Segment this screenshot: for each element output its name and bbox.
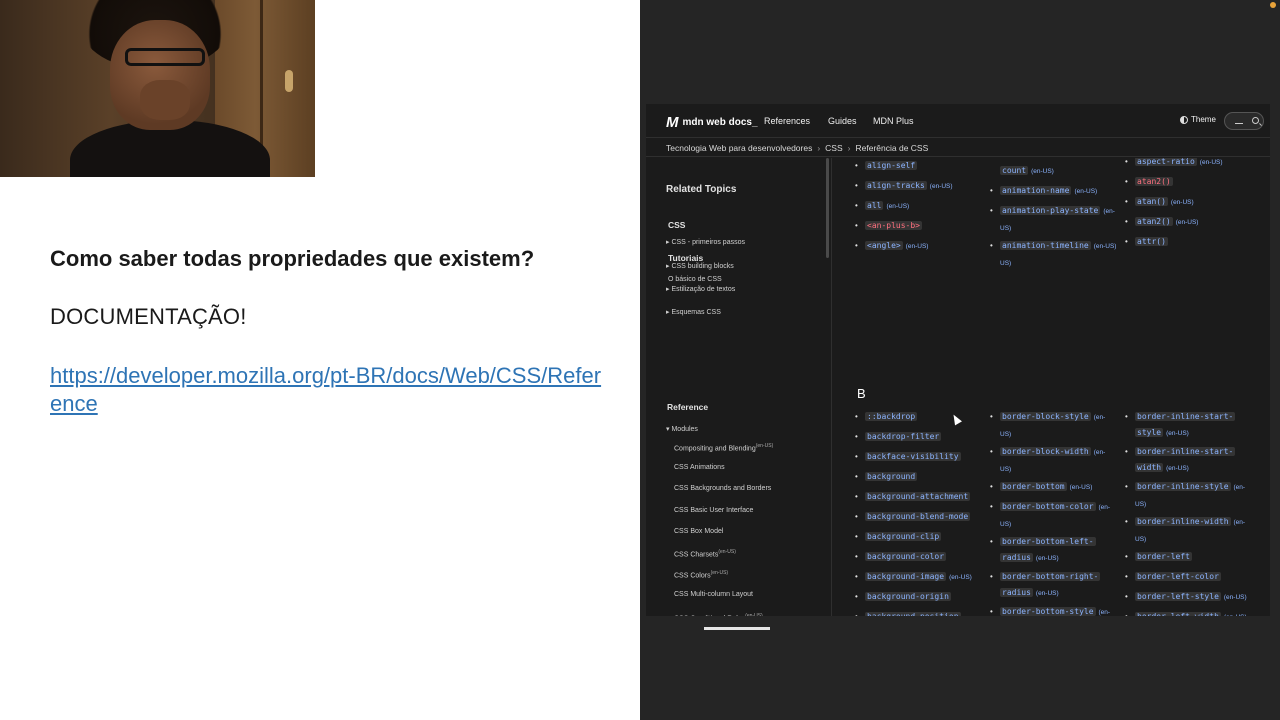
theme-label: Theme	[1191, 115, 1216, 124]
css-property-link[interactable]: • <angle> (en-US)	[855, 238, 928, 255]
sidebar-module-item[interactable]: CSS Charsets(en-US)	[674, 549, 736, 558]
sidebar-tutorial-item[interactable]: ▸ CSS building blocks	[666, 262, 734, 270]
slide-reference-link[interactable]: https://developer.mozilla.org/pt-BR/docs…	[50, 362, 610, 418]
css-property-link[interactable]: • all (en-US)	[855, 198, 909, 215]
reference-content: • align-self • align-tracks (en-US) • all (en-U…	[832, 158, 1270, 616]
sidebar: Related Topics CSS Tutoriais O básico de…	[646, 158, 824, 616]
css-property-link[interactable]: •border-left-width(en-US)	[1125, 609, 1247, 616]
sidebar-related-topics: Related Topics	[666, 184, 737, 195]
css-property-link[interactable]: • border-bottom-right-radius (en-US)	[990, 569, 1101, 601]
sidebar-module-item[interactable]: Compositing and Blending(en-US)	[674, 443, 773, 452]
slide-title: Como saber todas propriedades que existe…	[50, 246, 535, 271]
sidebar-tutorial-item[interactable]: ▸ CSS - primeiros passos	[666, 238, 745, 246]
css-property-link[interactable]: count (en-US)	[1000, 163, 1054, 180]
sidebar-module-item[interactable]: CSS Backgrounds and Borders	[674, 485, 771, 492]
presentation-slide: Como saber todas propriedades que existe…	[0, 0, 640, 720]
css-property-link[interactable]: •border-bottom-style(en-US)	[990, 604, 1110, 616]
css-property-link[interactable]: • border-bottom-left-radius (en-US)	[990, 534, 1096, 566]
css-property-link[interactable]: • align-self	[855, 158, 918, 174]
sidebar-module-item[interactable]: CSS Animations	[674, 464, 725, 471]
chevron-right-icon: ›	[847, 142, 851, 153]
mdn-logo-text: mdn web docs_	[682, 117, 758, 128]
mdn-logo[interactable]: M mdn web docs_	[666, 114, 758, 131]
breadcrumb: Tecnologia Web para desenvolvedores › CS…	[646, 139, 1270, 157]
css-property-link[interactable]: • background	[855, 469, 918, 485]
sidebar-scrollbar[interactable]	[826, 158, 829, 258]
breadcrumb-item[interactable]: Referência de CSS	[856, 143, 929, 153]
sidebar-module-item[interactable]: CSS Colors(en-US)	[674, 570, 728, 579]
css-property-link[interactable]: • atan2() (en-US)	[1125, 214, 1198, 231]
breadcrumb-item[interactable]: Tecnologia Web para desenvolvedores	[666, 143, 812, 153]
css-property-link[interactable]: • background-origin	[855, 589, 951, 605]
sidebar-item-css[interactable]: CSS	[668, 220, 685, 230]
chevron-right-icon: ›	[817, 142, 821, 153]
css-property-link[interactable]: •background-position	[855, 609, 961, 616]
css-property-link[interactable]: • background-image (en-US)	[855, 569, 972, 586]
css-property-link[interactable]: • border-inline-start-style (en-US)	[1125, 409, 1236, 441]
css-property-link[interactable]: • align-tracks (en-US)	[855, 178, 953, 195]
theme-icon	[1180, 115, 1188, 124]
css-property-link[interactable]: • animation-play-state (en- US)	[990, 203, 1115, 236]
breadcrumb-item[interactable]: CSS	[825, 143, 842, 153]
sidebar-item-modules[interactable]: ▾ Modules	[666, 425, 698, 433]
sidebar-module-item[interactable]: CSS Multi-column Layout	[674, 591, 753, 598]
css-property-link[interactable]: • border-block-style (en- US)	[990, 409, 1105, 442]
sidebar-module-item[interactable]: CSS Basic User Interface	[674, 507, 753, 514]
css-property-link[interactable]: • border-bottom-color (en- US)	[990, 499, 1110, 532]
recording-indicator-icon	[1270, 2, 1276, 8]
sidebar-tutorial-item[interactable]: ▸ Esquemas CSS	[666, 308, 721, 316]
sidebar-item-basico[interactable]: O básico de CSS	[668, 276, 722, 283]
sidebar-module-item[interactable]: CSS Conditional Rules(en-US)	[674, 613, 763, 616]
screen-share-progress	[704, 627, 770, 630]
css-property-link[interactable]: • animation-timeline (en-US) US)	[990, 238, 1116, 271]
css-property-link[interactable]: • attr()	[1125, 234, 1168, 250]
screen-share-area: M mdn web docs_ References Guides MDN Pl…	[640, 0, 1280, 720]
css-property-link[interactable]: • backface-visibility	[855, 449, 961, 465]
css-property-link[interactable]: • animation-name (en-US)	[990, 183, 1097, 200]
css-property-link[interactable]: • border-left-color	[1125, 569, 1221, 585]
css-property-link[interactable]: • background-blend-mode	[855, 509, 971, 525]
section-heading-b: B	[857, 386, 866, 401]
css-property-link[interactable]: • background-clip	[855, 529, 942, 545]
screen: Como saber todas propriedades que existe…	[0, 0, 1280, 720]
css-property-link[interactable]: • border-left	[1125, 549, 1192, 565]
css-property-link[interactable]: • border-bottom (en-US)	[990, 479, 1092, 496]
css-property-link[interactable]: • background-attachment	[855, 489, 971, 505]
css-property-link[interactable]: • <an-plus-b>	[855, 218, 922, 234]
sidebar-tutorial-item[interactable]: ▸ Estilização de textos	[666, 285, 735, 293]
css-property-link[interactable]: • border-inline-width (en- US)	[1125, 514, 1245, 547]
css-property-link[interactable]: • border-inline-style (en- US)	[1125, 479, 1245, 512]
css-property-link[interactable]: • border-inline-start-width (en-US)	[1125, 444, 1236, 476]
css-property-link[interactable]: •::backdrop	[855, 409, 918, 425]
css-property-link[interactable]: • border-block-width (en- US)	[990, 444, 1105, 477]
css-property-link[interactable]: • background-color	[855, 549, 947, 565]
nav-guides[interactable]: Guides	[828, 116, 857, 126]
css-property-link[interactable]: • backdrop-filter	[855, 429, 942, 445]
nav-mdn-plus[interactable]: MDN Plus	[873, 116, 914, 126]
search-icon	[1252, 117, 1259, 124]
css-property-link[interactable]: • border-left-style (en-US)	[1125, 589, 1247, 606]
mdn-header: M mdn web docs_ References Guides MDN Pl…	[646, 104, 1270, 138]
mouse-cursor-icon	[950, 412, 962, 426]
nav-references[interactable]: References	[764, 116, 810, 126]
theme-toggle[interactable]: Theme	[1180, 115, 1216, 124]
mdn-logo-icon: M	[666, 114, 679, 131]
mdn-browser-page: M mdn web docs_ References Guides MDN Pl…	[646, 104, 1270, 616]
search-input[interactable]	[1224, 112, 1264, 130]
css-property-link[interactable]: • atan() (en-US)	[1125, 194, 1194, 211]
css-property-link[interactable]: • aspect-ratio (en-US)	[1125, 158, 1223, 171]
sidebar-module-item[interactable]: CSS Box Model	[674, 528, 723, 535]
slide-subtitle: DOCUMENTAÇÃO!	[50, 304, 247, 329]
css-property-link[interactable]: • atan2()	[1125, 174, 1173, 190]
webcam-video	[0, 0, 315, 177]
sidebar-item-reference[interactable]: Reference	[667, 402, 708, 412]
